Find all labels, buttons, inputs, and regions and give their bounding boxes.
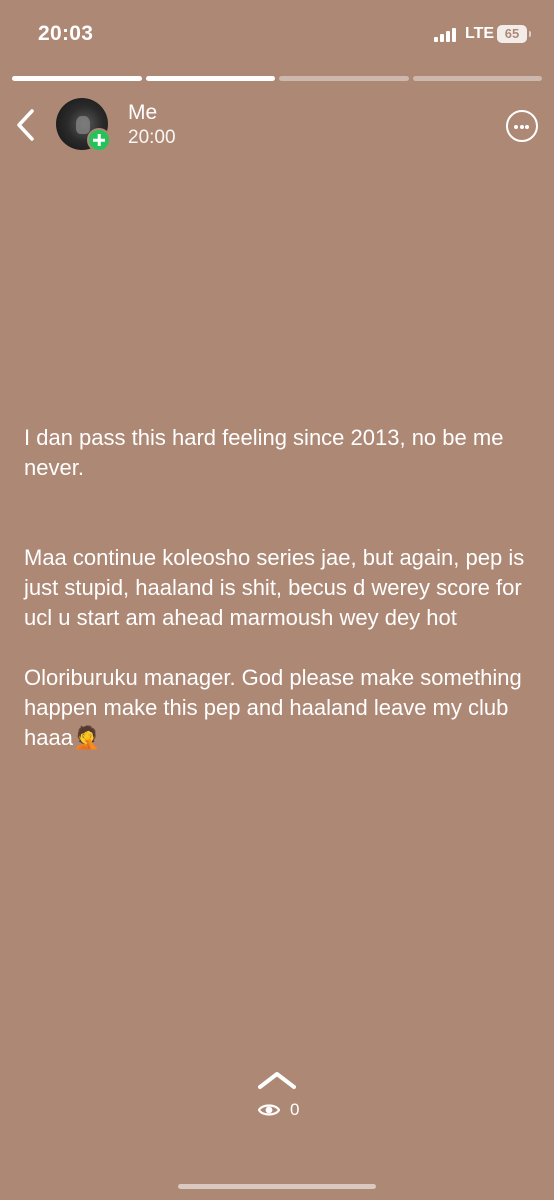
chevron-up-icon	[258, 1072, 296, 1089]
status-paragraph: Maa continue koleosho series jae, but ag…	[24, 545, 525, 630]
status-text: I dan pass this hard feeling since 2013,…	[24, 423, 539, 753]
progress-segment	[279, 76, 409, 81]
status-paragraph: I dan pass this hard feeling since 2013,…	[24, 425, 504, 480]
battery-icon: 65	[497, 25, 527, 43]
eye-icon	[258, 1104, 280, 1116]
status-bar: 20:03 LTE 65	[0, 0, 554, 70]
chevron-left-icon	[17, 109, 34, 141]
progress-segment	[412, 76, 542, 81]
poster-name: Me	[128, 101, 158, 124]
status-paragraph: Oloriburuku manager. God please make som…	[24, 665, 522, 750]
view-count-value: 0	[290, 1100, 300, 1119]
ellipsis-dot	[519, 124, 524, 129]
battery-level: 65	[504, 26, 520, 41]
network-type: LTE	[465, 25, 495, 42]
progress-segment	[12, 76, 142, 81]
post-time: 20:00	[128, 127, 176, 148]
ellipsis-circle-icon	[514, 124, 518, 129]
status-time: 20:03	[38, 22, 94, 45]
ellipsis-dot	[525, 124, 529, 129]
avatar-figure	[76, 116, 90, 134]
progress-segment	[145, 76, 275, 81]
view-count[interactable]: 0	[258, 1099, 299, 1121]
more-options-button[interactable]	[506, 110, 538, 142]
cellular-signal-icon	[434, 28, 458, 42]
swipe-up-button[interactable]	[256, 1069, 298, 1091]
battery-nub	[529, 31, 531, 37]
add-status-button[interactable]	[87, 128, 111, 152]
home-indicator[interactable]	[178, 1184, 376, 1189]
back-button[interactable]	[12, 106, 42, 144]
story-progress-bar	[12, 76, 542, 81]
